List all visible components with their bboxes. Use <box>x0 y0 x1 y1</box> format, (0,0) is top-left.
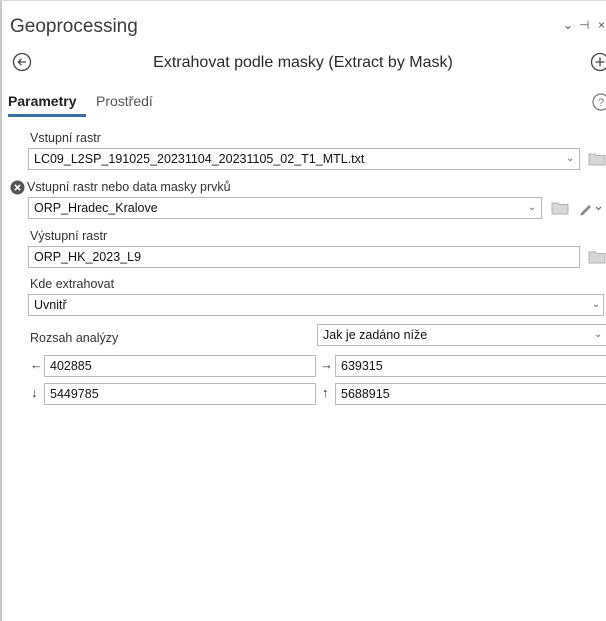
pane-border-top <box>0 0 606 1</box>
arrow-down-icon: ↓ <box>31 385 38 400</box>
extent-bottom-field[interactable]: 5449785 <box>44 383 316 405</box>
extent-top-field[interactable]: 5688915 <box>335 383 606 405</box>
input-raster-value: LC09_L2SP_191025_20231104_20231105_02_T1… <box>34 152 365 166</box>
pane-menu-icon[interactable]: ⌄ <box>563 18 573 32</box>
extraction-area-label: Kde extrahovat <box>30 277 115 291</box>
analysis-extent-mode-select[interactable]: Jak je zadáno níže ⌄ <box>317 324 606 346</box>
tab-prostredi[interactable]: Prostředí <box>96 93 153 109</box>
chevron-down-icon[interactable]: ⌄ <box>592 295 600 315</box>
extent-left-value: 402885 <box>50 359 92 373</box>
extent-top-value: 5688915 <box>341 387 390 401</box>
folder-icon[interactable] <box>588 152 606 166</box>
mask-label: Vstupní rastr nebo data masky prvků <box>27 180 231 194</box>
tool-title: Extrahovat podle masky (Extract by Mask) <box>153 54 453 71</box>
pencil-icon[interactable] <box>578 200 604 216</box>
mask-field[interactable]: ORP_Hradec_Kralove ⌄ <box>28 197 542 219</box>
output-raster-value: ORP_HK_2023_L9 <box>34 250 142 264</box>
pin-icon[interactable]: ⊣ <box>579 18 589 32</box>
extent-right-field[interactable]: 639315 <box>335 355 606 377</box>
close-icon[interactable]: × <box>598 18 605 32</box>
help-icon[interactable]: ? <box>592 93 606 111</box>
extraction-area-select[interactable]: Uvnitř ⌄ <box>28 294 604 316</box>
extent-left-field[interactable]: 402885 <box>44 355 316 377</box>
output-raster-field[interactable]: ORP_HK_2023_L9 <box>28 246 580 268</box>
pane-border-left <box>0 0 2 621</box>
chevron-down-icon[interactable]: ⌄ <box>566 149 574 169</box>
analysis-extent-label: Rozsah analýzy <box>30 331 119 345</box>
arrow-up-icon: ↑ <box>322 385 329 400</box>
error-icon[interactable] <box>10 180 25 195</box>
input-raster-field[interactable]: LC09_L2SP_191025_20231104_20231105_02_T1… <box>28 148 580 170</box>
arrow-right-icon: → <box>320 357 333 372</box>
mask-value: ORP_Hradec_Kralove <box>34 201 158 215</box>
active-tab-indicator <box>8 114 86 117</box>
svg-text:?: ? <box>598 97 604 109</box>
tab-parametry[interactable]: Parametry <box>8 93 77 109</box>
add-icon[interactable] <box>590 52 606 72</box>
arrow-left-icon: ← <box>30 357 43 372</box>
folder-icon[interactable] <box>588 250 606 264</box>
folder-icon[interactable] <box>551 201 569 215</box>
extent-right-value: 639315 <box>341 359 383 373</box>
pane-title: Geoprocessing <box>10 16 138 37</box>
chevron-down-icon[interactable]: ⌄ <box>528 198 536 218</box>
analysis-extent-mode-value: Jak je zadáno níže <box>323 328 428 342</box>
extraction-area-value: Uvnitř <box>34 298 67 312</box>
input-raster-label: Vstupní rastr <box>30 131 101 145</box>
chevron-down-icon[interactable]: ⌄ <box>594 325 602 345</box>
extent-bottom-value: 5449785 <box>50 387 99 401</box>
output-raster-label: Výstupní rastr <box>30 229 108 243</box>
